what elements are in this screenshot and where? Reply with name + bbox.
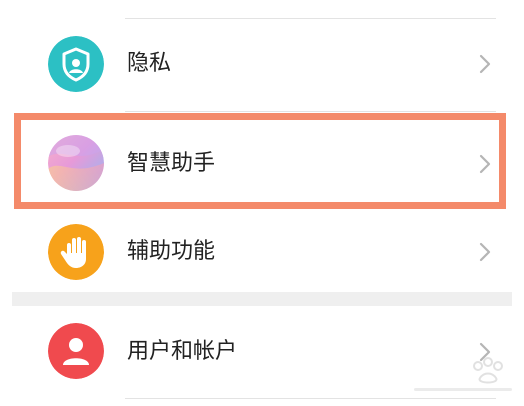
chevron-right-icon — [474, 153, 496, 175]
chevron-right-icon — [474, 53, 496, 75]
hand-icon — [48, 224, 104, 280]
settings-item-smart-assistant[interactable]: 智慧助手 — [0, 118, 524, 206]
user-icon — [48, 323, 104, 379]
chevron-right-icon — [474, 241, 496, 263]
divider — [125, 205, 496, 206]
top-divider — [125, 18, 496, 19]
gradient-orb-icon — [48, 135, 104, 191]
settings-item-label: 用户和帐户 — [127, 339, 238, 364]
shield-user-icon — [48, 36, 104, 92]
section-separator — [12, 292, 512, 306]
settings-item-accessibility[interactable]: 辅助功能 — [0, 210, 524, 298]
watermark-logo — [408, 350, 518, 402]
settings-item-label: 隐私 — [127, 51, 172, 76]
divider — [125, 111, 496, 112]
settings-item-label: 辅助功能 — [127, 239, 216, 264]
settings-item-label: 智慧助手 — [127, 151, 216, 176]
settings-item-privacy[interactable]: 隐私 — [0, 20, 524, 108]
